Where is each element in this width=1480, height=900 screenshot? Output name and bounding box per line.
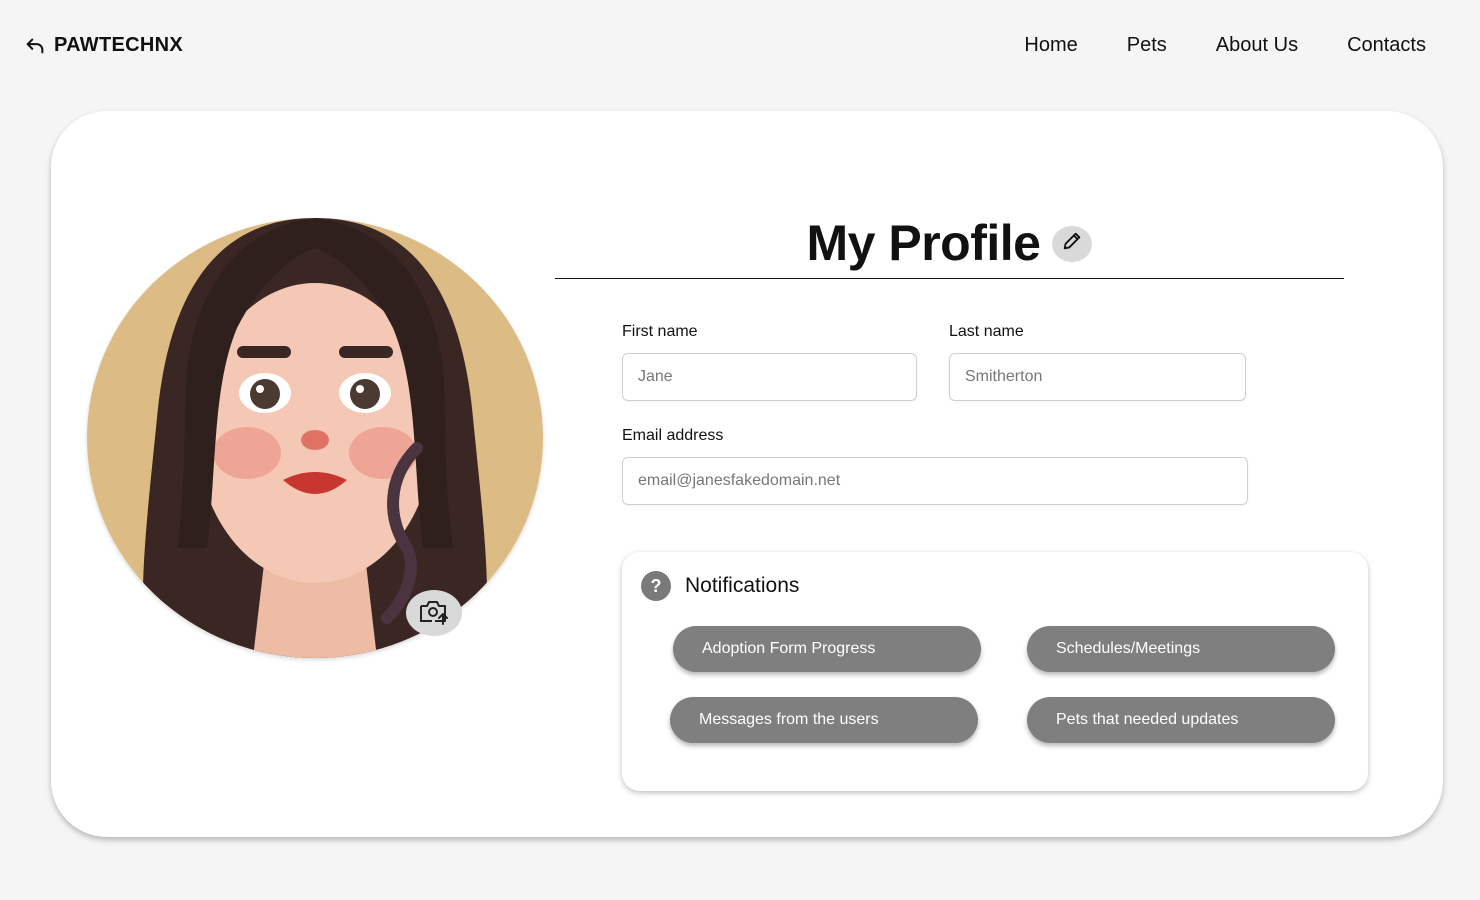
last-name-field[interactable]: [949, 353, 1246, 401]
camera-upload-icon: [418, 597, 450, 630]
question-icon[interactable]: ?: [641, 571, 671, 601]
profile-header: My Profile: [555, 207, 1344, 279]
notification-pets-needed-updates[interactable]: Pets that needed updates: [1027, 697, 1335, 743]
profile-card: My Profile First name Last name Email ad…: [51, 111, 1443, 837]
main-nav: Home Pets About Us Contacts: [1024, 34, 1426, 57]
notification-adoption-form-progress[interactable]: Adoption Form Progress: [673, 626, 981, 672]
notifications-title: Notifications: [685, 574, 800, 597]
brand-name: PAWTECHNX: [54, 34, 183, 56]
pencil-icon: [1061, 230, 1083, 257]
nav-about-us[interactable]: About Us: [1216, 34, 1298, 57]
avatar: [87, 218, 543, 658]
top-navigation-bar: PAWTECHNX Home Pets About Us Contacts: [0, 0, 1480, 94]
nav-pets[interactable]: Pets: [1127, 34, 1167, 57]
first-name-field[interactable]: [622, 353, 917, 401]
notifications-panel: ? Notifications Adoption Form Progress S…: [622, 552, 1368, 791]
nav-home[interactable]: Home: [1024, 34, 1077, 57]
notification-schedules-meetings[interactable]: Schedules/Meetings: [1027, 626, 1335, 672]
edit-profile-button[interactable]: [1052, 225, 1093, 262]
email-label: Email address: [622, 427, 724, 444]
first-name-label: First name: [622, 323, 698, 340]
notifications-header: ? Notifications: [641, 571, 799, 601]
nav-contacts[interactable]: Contacts: [1347, 34, 1426, 57]
page-title: My Profile: [806, 214, 1041, 271]
last-name-label: Last name: [949, 323, 1024, 340]
back-arrow-icon: [24, 35, 46, 57]
change-photo-button[interactable]: [406, 590, 462, 636]
notification-messages-from-users[interactable]: Messages from the users: [670, 697, 978, 743]
brand-back-link[interactable]: PAWTECHNX: [24, 34, 183, 57]
email-field[interactable]: [622, 457, 1248, 505]
